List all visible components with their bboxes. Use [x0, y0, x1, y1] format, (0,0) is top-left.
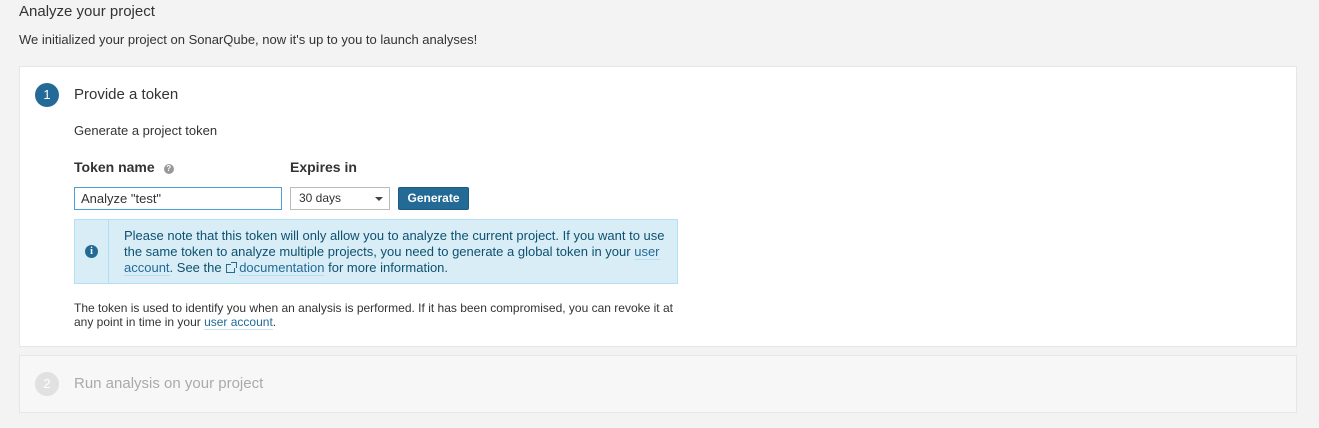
footer-text-part-2: . — [272, 315, 277, 329]
expires-in-label: Expires in — [290, 159, 357, 175]
step-run-analysis: 2 Run analysis on your project — [19, 355, 1297, 413]
token-footer-note: The token is used to identify you when a… — [74, 301, 684, 330]
step-provide-token: 1 Provide a token Generate a project tok… — [19, 66, 1297, 347]
generate-token-subheading: Generate a project token — [74, 123, 218, 138]
external-link-icon — [226, 262, 238, 273]
info-text-part-1: Please note that this token will only al… — [124, 228, 665, 259]
documentation-link[interactable]: documentation — [239, 260, 325, 276]
help-icon[interactable]: ? — [163, 164, 174, 174]
info-icon: i — [85, 245, 98, 258]
expires-in-selected-value: 30 days — [299, 191, 342, 205]
token-name-label-text: Token name — [74, 159, 155, 175]
step-title-run-analysis: Run analysis on your project — [74, 375, 264, 392]
step-number-2: 2 — [35, 372, 59, 396]
info-alert-text: Please note that this token will only al… — [124, 228, 669, 276]
info-text-part-2: . See the — [169, 260, 226, 275]
step-title-provide-token: Provide a token — [74, 86, 179, 103]
step-number-1: 1 — [35, 83, 59, 107]
generate-button[interactable]: Generate — [398, 187, 469, 210]
info-alert-stripe: i — [75, 220, 109, 283]
info-text-part-3: for more information. — [324, 260, 449, 275]
info-alert: i Please note that this token will only … — [74, 219, 678, 284]
chevron-down-icon — [375, 197, 383, 201]
page-title: Analyze your project — [19, 3, 155, 20]
footer-user-account-link[interactable]: user account — [204, 315, 273, 330]
expires-in-select[interactable]: 30 days — [290, 187, 390, 210]
footer-text-part-1: The token is used to identify you when a… — [74, 301, 673, 329]
token-name-label: Token name? — [74, 159, 174, 176]
page-description: We initialized your project on SonarQube… — [19, 32, 478, 47]
token-name-input[interactable] — [74, 187, 282, 210]
